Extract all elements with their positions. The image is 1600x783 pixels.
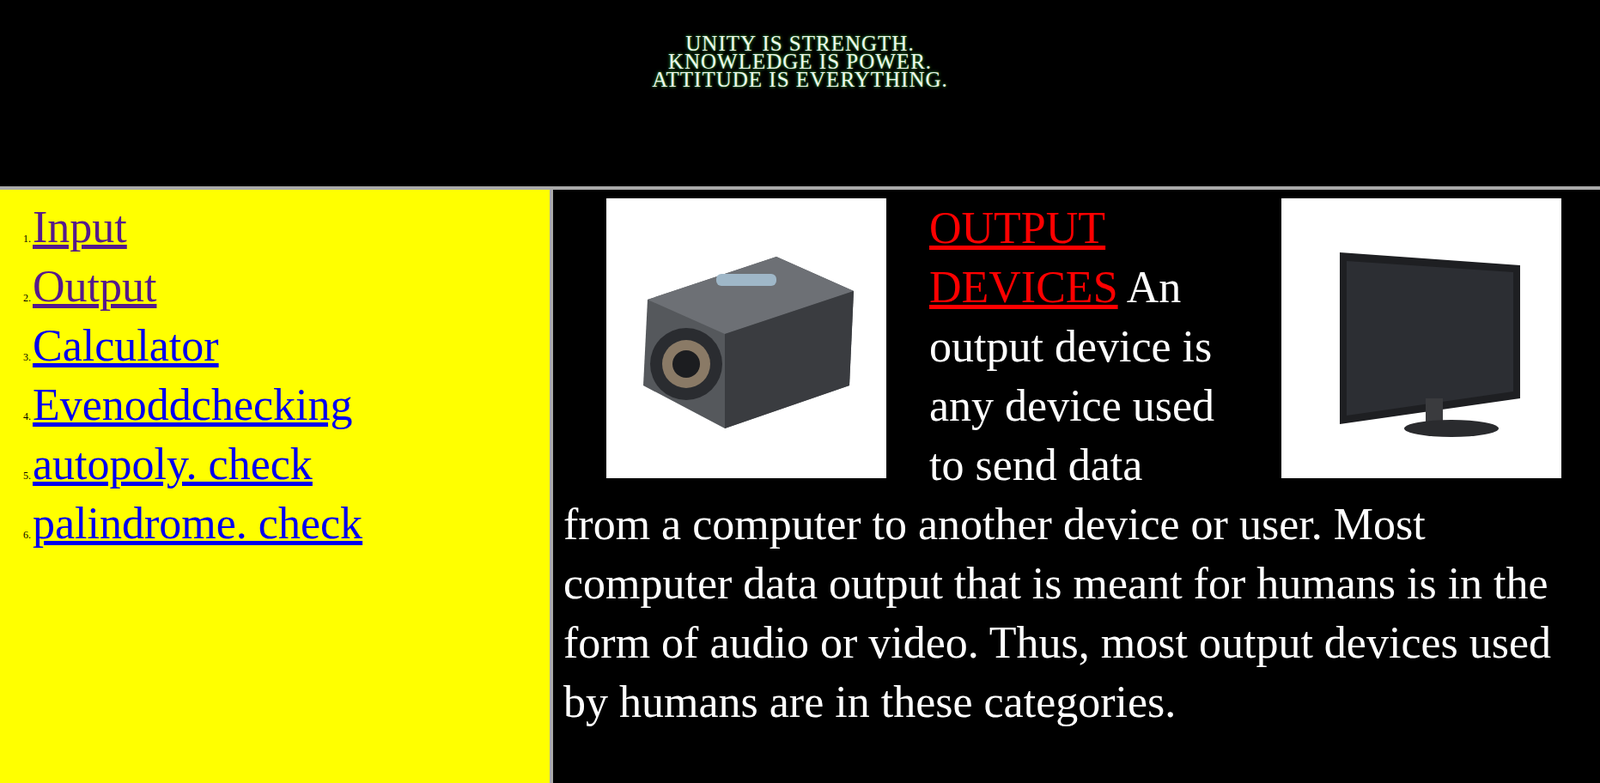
motto-line: ATTITUDE IS EVERYTHING. <box>651 70 948 89</box>
nav-link[interactable]: Calculator <box>32 320 220 372</box>
motto-line: UNITY IS STRENGTH. <box>651 34 948 53</box>
nav-link[interactable]: palindrome. check <box>32 498 363 549</box>
banner: UNITY IS STRENGTH.KNOWLEDGE IS POWER.ATT… <box>0 0 1600 190</box>
sidebar-item: 5.autopoly. check <box>8 438 550 499</box>
motto: UNITY IS STRENGTH.KNOWLEDGE IS POWER.ATT… <box>651 0 948 187</box>
page: UNITY IS STRENGTH.KNOWLEDGE IS POWER.ATT… <box>0 0 1600 783</box>
sidebar-item: 4.Evenoddchecking <box>8 379 550 439</box>
nav-link[interactable]: Input <box>32 201 128 253</box>
motto-line: KNOWLEDGE IS POWER. <box>651 52 948 71</box>
projector-image <box>606 198 887 479</box>
nav-link[interactable]: autopoly. check <box>32 438 313 490</box>
list-marker: 5. <box>8 469 33 483</box>
list-marker: 3. <box>8 351 33 365</box>
sidebar-item: 1.Input <box>8 201 550 262</box>
sidebar-item: 2.Output <box>8 261 550 321</box>
main-frames: 1.Input2.Output3.Calculator4.Evenoddchec… <box>0 189 1600 783</box>
sidebar-item: 3.Calculator <box>8 320 550 380</box>
monitor-icon <box>1305 226 1538 451</box>
list-marker: 6. <box>8 529 33 542</box>
list-marker: 1. <box>8 232 33 246</box>
heading-link[interactable]: OUTPUT DEVICES <box>929 203 1119 312</box>
content: OUTPUT DEVICES An output device is any d… <box>553 189 1600 783</box>
sidebar-item: 6.palindrome. check <box>8 498 550 558</box>
monitor-image <box>1281 198 1562 479</box>
nav-link[interactable]: Evenoddchecking <box>32 379 353 431</box>
list-marker: 4. <box>8 410 33 424</box>
projector-icon <box>630 239 863 438</box>
list-marker: 2. <box>8 292 33 305</box>
nav-link[interactable]: Output <box>32 261 157 312</box>
sidebar: 1.Input2.Output3.Calculator4.Evenoddchec… <box>0 189 554 783</box>
